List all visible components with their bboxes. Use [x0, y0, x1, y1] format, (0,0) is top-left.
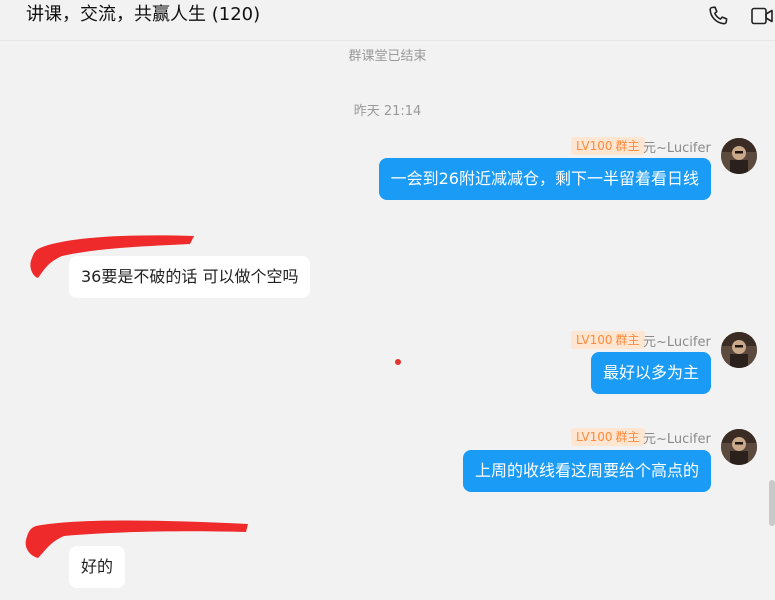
- message-bubble[interactable]: 36要是不破的话 可以做个空吗: [69, 256, 311, 298]
- chat-header: 讲课，交流，共赢人生 (120): [0, 0, 775, 41]
- redaction-scribble: [25, 520, 249, 558]
- level-badge: LV100 群主: [571, 331, 645, 349]
- class-ended-notice: 群课堂已结束: [348, 49, 427, 64]
- timestamp: 昨天 21:14: [353, 104, 422, 119]
- message-bubble[interactable]: 一会到26附近减减仓，剩下一半留着看日线: [378, 158, 711, 200]
- scrollbar[interactable]: [769, 480, 775, 526]
- video-call-icon[interactable]: [750, 4, 775, 32]
- avatar[interactable]: [721, 429, 757, 465]
- level-badge: LV100 群主: [571, 137, 645, 155]
- sender-name[interactable]: 元~Lucifer: [643, 331, 711, 350]
- message-bubble[interactable]: 上周的收线看这周要给个高点的: [462, 450, 711, 492]
- avatar[interactable]: [721, 332, 757, 368]
- chat-title: 讲课，交流，共赢人生 (120): [26, 4, 261, 25]
- sender-name[interactable]: 元~Lucifer: [643, 137, 711, 156]
- level-badge: LV100 群主: [571, 428, 645, 446]
- message-bubble[interactable]: 最好以多为主: [590, 352, 711, 394]
- red-dot: [395, 359, 401, 365]
- phone-icon[interactable]: [706, 4, 730, 32]
- avatar[interactable]: [721, 138, 757, 174]
- message-bubble[interactable]: 好的: [69, 546, 126, 588]
- sender-name[interactable]: 元~Lucifer: [643, 428, 711, 447]
